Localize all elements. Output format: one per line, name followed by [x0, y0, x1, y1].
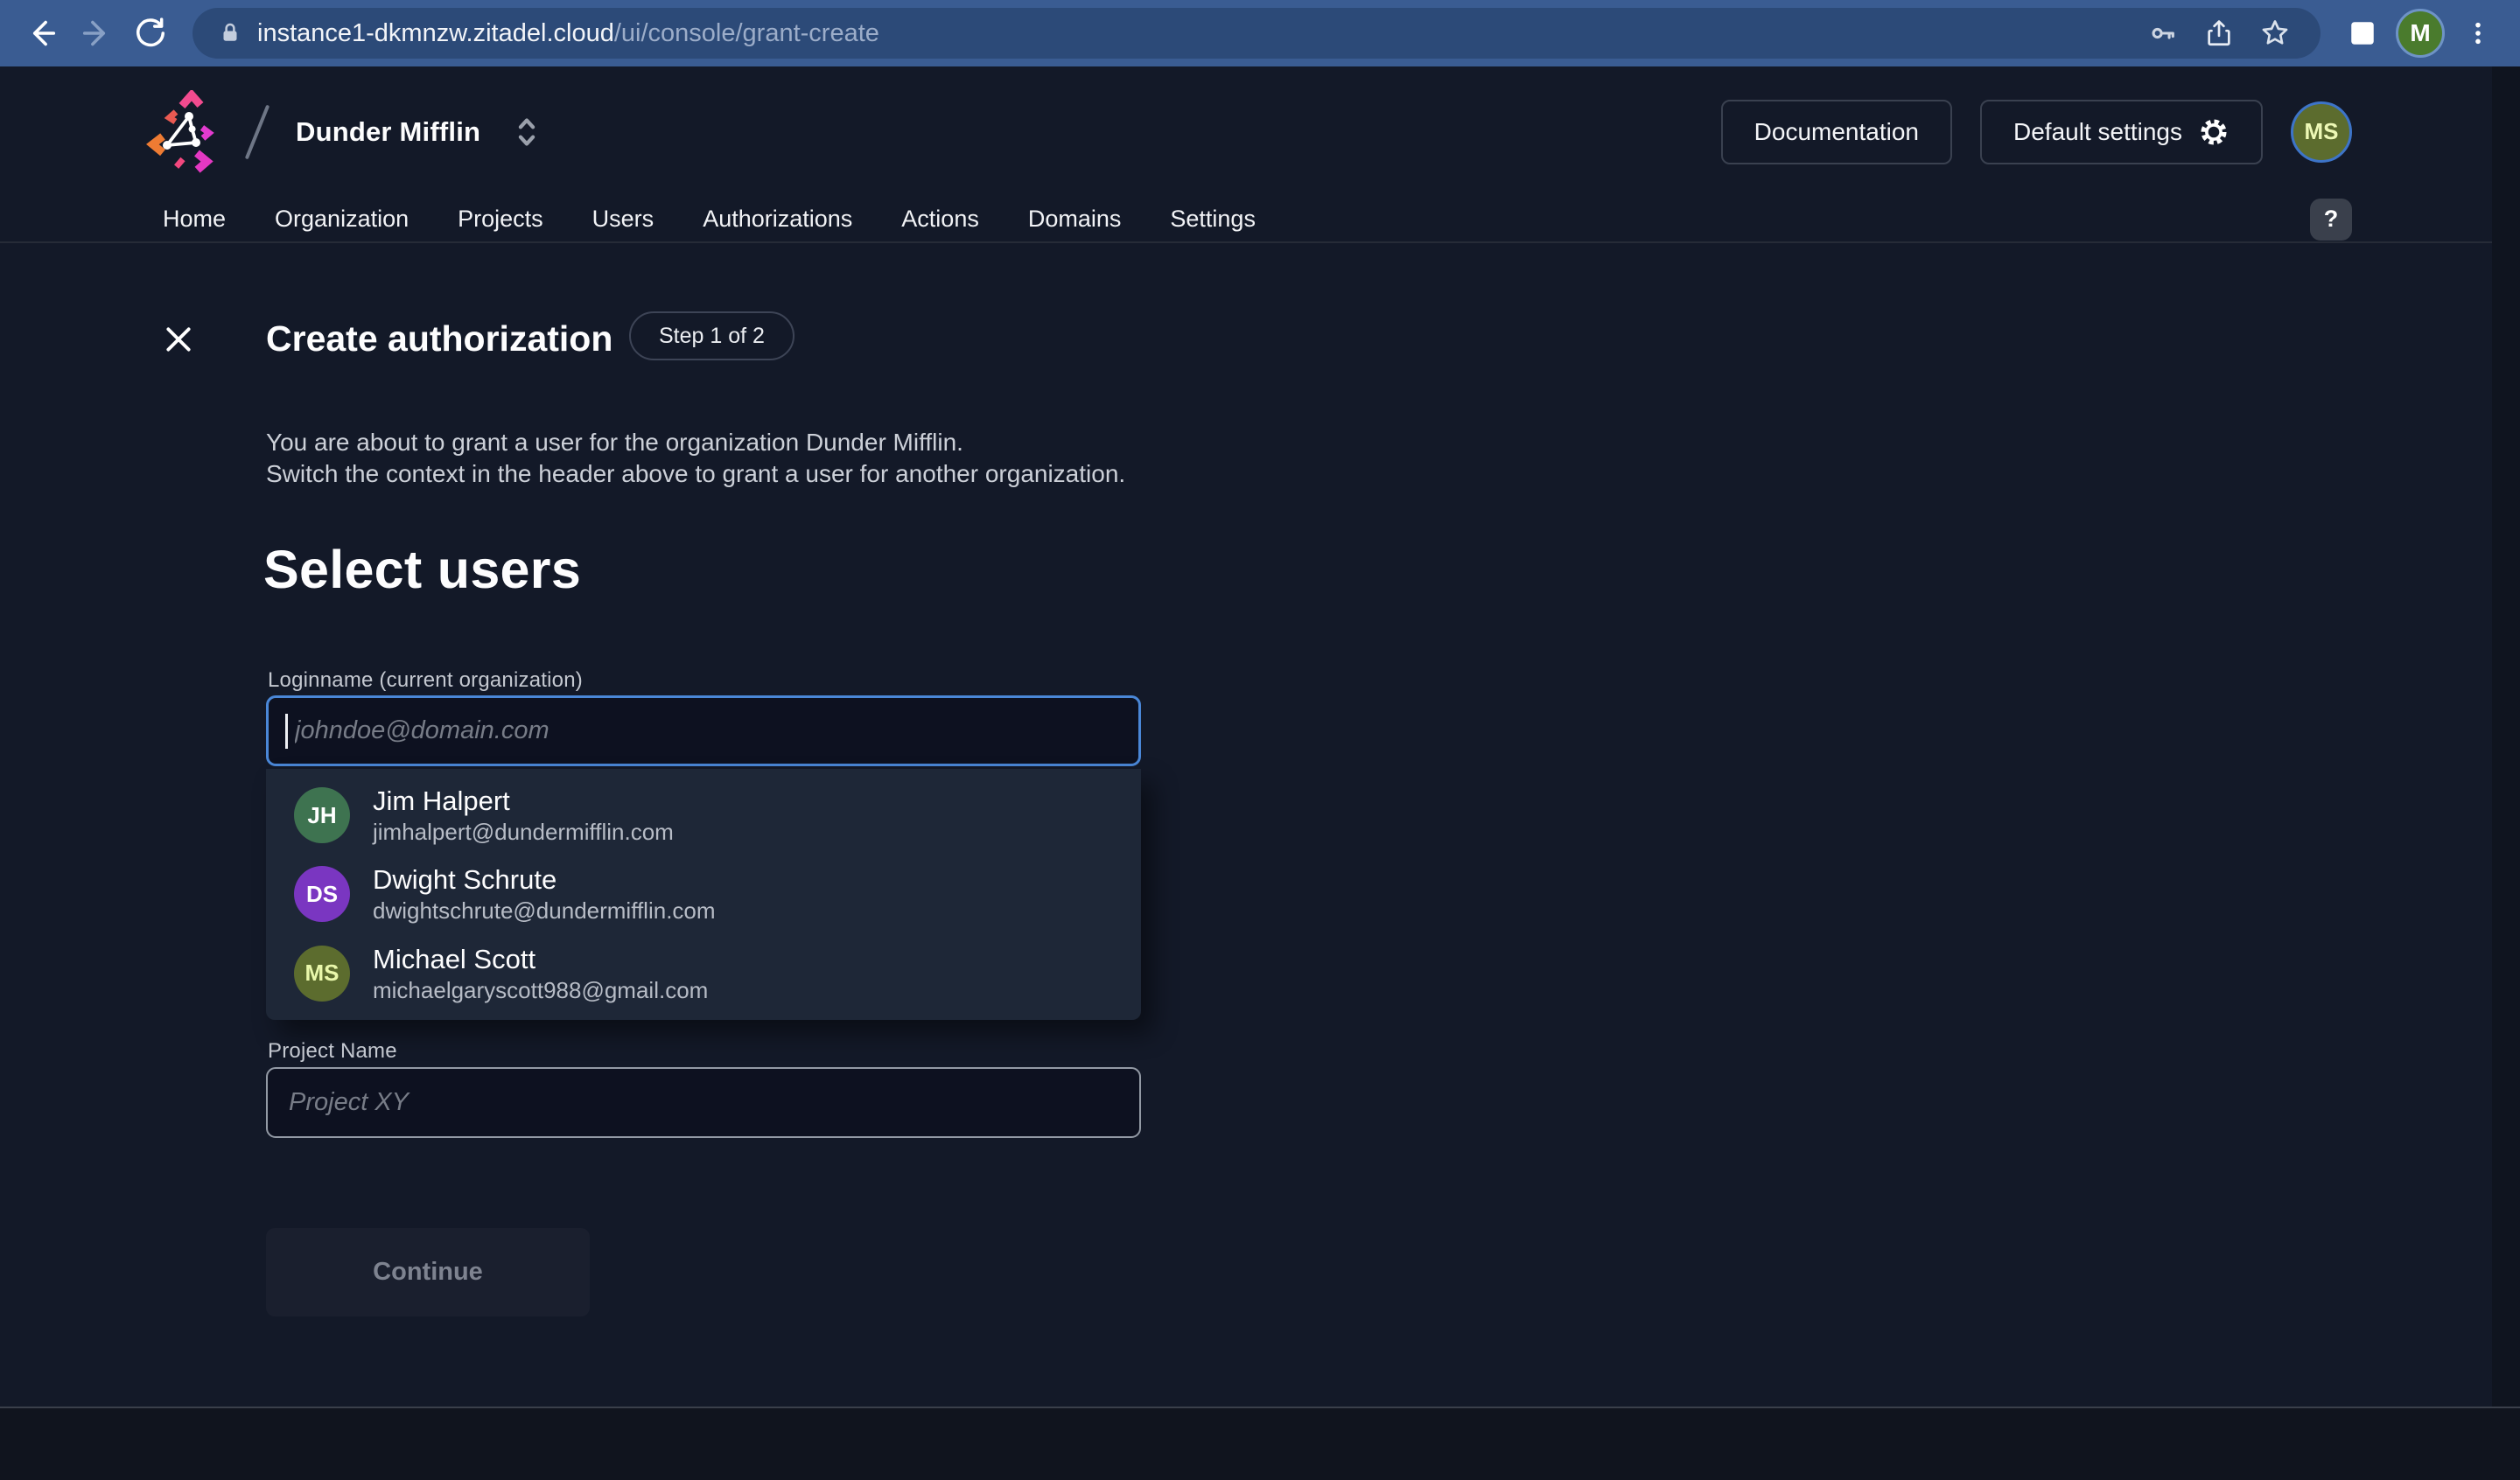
url-path: /ui/console/grant-create	[614, 19, 879, 47]
bookmark-star-icon	[2259, 17, 2291, 49]
browser-forward-button[interactable]	[75, 12, 117, 54]
documentation-label: Documentation	[1754, 118, 1919, 146]
breadcrumb-slash	[245, 104, 270, 159]
back-arrow-icon	[24, 16, 60, 51]
app-header: Dunder Mifflin Documentation Default set…	[0, 66, 2492, 197]
continue-button[interactable]: Continue	[266, 1228, 590, 1316]
user-option-text: Michael Scott michaelgaryscott988@gmail.…	[373, 943, 708, 1004]
user-name: Jim Halpert	[373, 785, 674, 818]
page-title: Create authorization	[266, 318, 612, 360]
browser-back-button[interactable]	[21, 12, 63, 54]
browser-toolbar: instance1-dkmnzw.zitadel.cloud/ui/consol…	[0, 0, 2520, 66]
key-icon	[2148, 18, 2178, 48]
user-option-text: Jim Halpert jimhalpert@dundermifflin.com	[373, 785, 674, 846]
reload-icon	[134, 17, 167, 50]
footer-band	[0, 1407, 2520, 1480]
header-actions: Documentation Default settings MS	[1721, 100, 2352, 164]
password-key-button[interactable]	[2142, 12, 2184, 54]
close-wizard-button[interactable]	[159, 320, 198, 359]
url-host: instance1-dkmnzw.zitadel.cloud	[257, 19, 614, 47]
org-context-name[interactable]: Dunder Mifflin	[296, 116, 480, 148]
scrollbar-track[interactable]	[2492, 66, 2520, 1480]
browser-reload-button[interactable]	[130, 12, 172, 54]
user-email: jimhalpert@dundermifflin.com	[373, 818, 674, 846]
gear-icon	[2198, 116, 2230, 148]
user-option-text: Dwight Schrute dwightschrute@dundermiffl…	[373, 863, 716, 925]
wizard-description: You are about to grant a user for the or…	[266, 427, 1125, 490]
zitadel-console: Dunder Mifflin Documentation Default set…	[0, 66, 2520, 1480]
user-email: michaelgaryscott988@gmail.com	[373, 976, 708, 1004]
description-line-1: You are about to grant a user for the or…	[266, 427, 1125, 458]
nav-item-domains[interactable]: Domains	[1028, 206, 1122, 233]
nav-item-organization[interactable]: Organization	[275, 206, 409, 233]
text-caret	[285, 714, 288, 749]
user-name: Dwight Schrute	[373, 863, 716, 897]
lock-icon	[217, 20, 243, 46]
documentation-button[interactable]: Documentation	[1721, 100, 1952, 164]
nav-item-projects[interactable]: Projects	[458, 206, 543, 233]
overflow-menu-icon	[2464, 19, 2492, 47]
user-email: dwightschrute@dundermifflin.com	[373, 897, 716, 925]
description-line-2: Switch the context in the header above t…	[266, 458, 1125, 490]
nav-item-actions[interactable]: Actions	[901, 206, 979, 233]
project-name-label: Project Name	[268, 1039, 397, 1064]
section-title: Select users	[263, 539, 581, 600]
default-settings-button[interactable]: Default settings	[1980, 100, 2263, 164]
avatar: JH	[294, 787, 350, 843]
help-button[interactable]: ?	[2310, 199, 2352, 241]
nav-item-settings[interactable]: Settings	[1170, 206, 1256, 233]
nav-item-home[interactable]: Home	[163, 206, 226, 233]
project-name-input[interactable]	[266, 1067, 1141, 1138]
org-switcher-chevrons-icon[interactable]	[512, 113, 542, 151]
bookmark-button[interactable]	[2254, 12, 2296, 54]
side-panel-button[interactable]	[2342, 12, 2384, 54]
default-settings-label: Default settings	[2013, 118, 2182, 146]
user-avatar[interactable]: MS	[2291, 101, 2352, 163]
forward-arrow-icon	[79, 16, 114, 51]
share-icon	[2204, 18, 2234, 48]
user-name: Michael Scott	[373, 943, 708, 976]
user-option-dwight-schrute[interactable]: DS Dwight Schrute dwightschrute@dundermi…	[266, 855, 1141, 933]
main-nav: Home Organization Projects Users Authori…	[0, 197, 2492, 243]
share-button[interactable]	[2198, 12, 2240, 54]
nav-item-authorizations[interactable]: Authorizations	[703, 206, 852, 233]
step-badge: Step 1 of 2	[629, 311, 794, 360]
user-suggestions-dropdown: JH Jim Halpert jimhalpert@dundermifflin.…	[266, 769, 1141, 1020]
browser-address-bar[interactable]: instance1-dkmnzw.zitadel.cloud/ui/consol…	[192, 8, 2320, 59]
user-option-jim-halpert[interactable]: JH Jim Halpert jimhalpert@dundermifflin.…	[266, 776, 1141, 855]
avatar: DS	[294, 866, 350, 922]
close-icon	[161, 322, 196, 357]
loginname-input[interactable]	[266, 695, 1141, 766]
user-option-michael-scott[interactable]: MS Michael Scott michaelgaryscott988@gma…	[266, 934, 1141, 1013]
loginname-label: Loginname (current organization)	[268, 668, 583, 693]
browser-menu-button[interactable]	[2457, 12, 2499, 54]
avatar: MS	[294, 946, 350, 1002]
side-panel-icon	[2348, 18, 2377, 48]
zitadel-logo-icon[interactable]	[145, 90, 229, 174]
url-text: instance1-dkmnzw.zitadel.cloud/ui/consol…	[257, 19, 879, 48]
nav-item-users[interactable]: Users	[592, 206, 654, 233]
browser-profile-avatar[interactable]: M	[2396, 9, 2445, 58]
